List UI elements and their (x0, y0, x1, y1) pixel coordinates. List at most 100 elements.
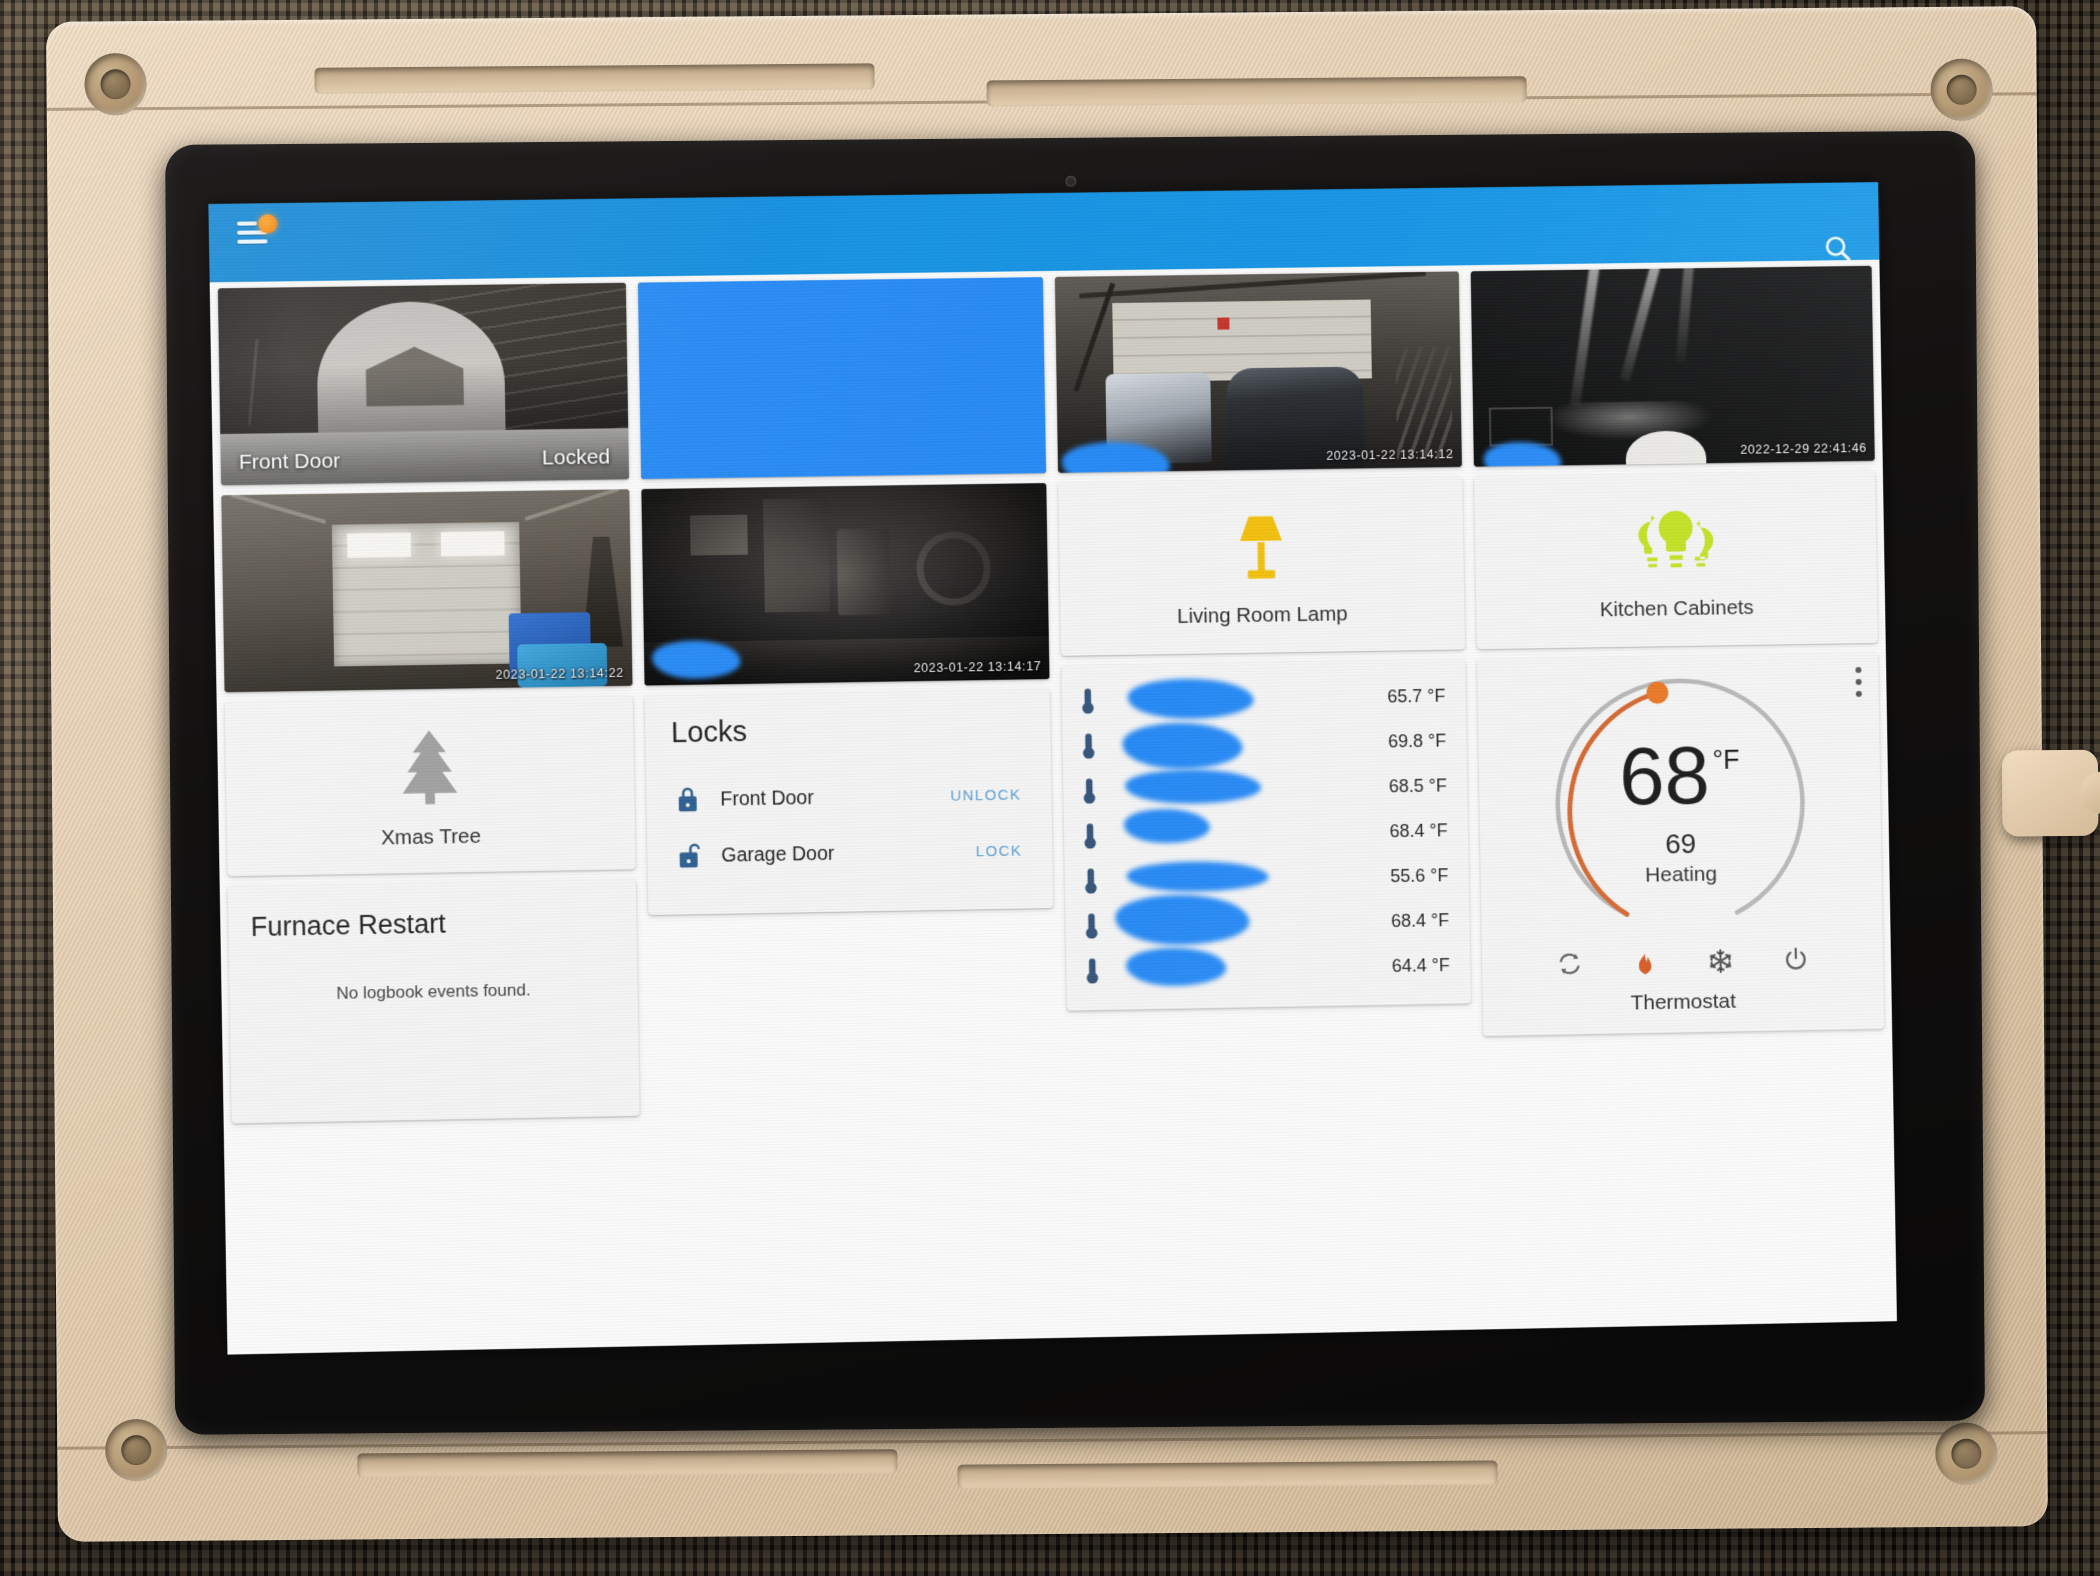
sensor-row[interactable]: 68.4 °F (1081, 893, 1450, 949)
camera-card-redacted[interactable] (637, 277, 1047, 480)
sensor-name (1116, 946, 1378, 987)
sensor-list-card: 65.7 °F 69.8 °F 68.5 °F 68.4 °F 55.6 °F … (1061, 659, 1471, 1011)
floor-lamp-icon (1219, 505, 1304, 590)
camera-card-basement[interactable]: 2023-01-22 13:14:17 (640, 483, 1050, 686)
notification-dot-icon (258, 214, 278, 234)
redaction-overlay (1127, 677, 1254, 720)
thermostat-readout: 68 °F 69 Heating (1545, 674, 1815, 945)
camera-card-garage-vehicles[interactable]: 2023-01-22 13:14:12 (1054, 271, 1462, 473)
locks-card: Locks Front Door UNLOCK Garage Door LOCK (644, 689, 1054, 916)
mount-side-tab (2001, 749, 2099, 837)
lock-row-garage-door[interactable]: Garage Door LOCK (673, 822, 1027, 884)
mount-rib (57, 1431, 2048, 1450)
sensor-value: 68.4 °F (1390, 910, 1450, 932)
light-label: Kitchen Cabinets (1599, 595, 1754, 621)
light-group-icon (1628, 498, 1723, 583)
locks-title: Locks (670, 715, 748, 750)
sensor-name (1112, 677, 1374, 720)
dashboard-grid: Front Door Locked 2023-01-22 13:14:22 Xm… (210, 260, 1897, 1355)
sensor-row[interactable]: 55.6 °F (1080, 853, 1449, 904)
thermometer-icon (1082, 688, 1094, 714)
sensor-value: 65.7 °F (1387, 685, 1446, 707)
redaction-overlay (1125, 946, 1227, 987)
temperature-unit: °F (1712, 744, 1740, 775)
mount-screw-hole (1935, 1422, 1998, 1486)
light-card-living-room-lamp[interactable]: Living Room Lamp (1058, 476, 1465, 656)
dashboard-column-4: 2022-12-29 22:41:46 Kitchen Cabinets 68 … (1470, 265, 1885, 1100)
redaction-overlay (637, 277, 1047, 480)
light-card-kitchen-cabinets[interactable]: Kitchen Cabinets (1473, 470, 1878, 650)
sensor-name (1115, 859, 1377, 894)
lock-name: Garage Door (721, 842, 835, 867)
logbook-title: Furnace Restart (250, 908, 447, 943)
camera-feed-image (221, 489, 633, 693)
sensor-value: 68.4 °F (1389, 820, 1448, 842)
hamburger-menu-icon[interactable] (236, 214, 278, 252)
front-camera-icon (1065, 175, 1077, 187)
sensor-row[interactable]: 64.4 °F (1082, 943, 1450, 994)
overflow-menu-icon[interactable] (1855, 666, 1862, 703)
thermostat-name: Thermostat (1630, 989, 1737, 1015)
sensor-value: 55.6 °F (1390, 865, 1449, 887)
mount-vent-slot (957, 1460, 1498, 1489)
switch-label: Xmas Tree (380, 824, 482, 849)
redaction-overlay (1124, 768, 1262, 805)
flame-icon[interactable] (1628, 945, 1662, 979)
thermometer-icon (1083, 733, 1095, 759)
redaction-overlay (1122, 721, 1243, 770)
camera-timestamp: 2023-01-22 13:14:22 (495, 665, 624, 682)
thermometer-icon (1085, 868, 1097, 894)
sensor-value: 68.5 °F (1388, 775, 1448, 797)
camera-card-front-door[interactable]: Front Door Locked (217, 282, 629, 486)
camera-feed-image (1470, 265, 1875, 467)
sensor-value: 69.8 °F (1387, 730, 1447, 752)
lock-name: Front Door (720, 786, 814, 811)
tablet-device: Front Door Locked 2023-01-22 13:14:22 Xm… (165, 130, 1986, 1435)
sensor-name (1113, 768, 1375, 805)
sensor-row[interactable]: 68.4 °F (1080, 807, 1448, 859)
target-temperature: 69 (1664, 828, 1697, 860)
dashboard-column-1: Front Door Locked 2023-01-22 13:14:22 Xm… (217, 282, 640, 1124)
redaction-overlay (1126, 859, 1269, 893)
power-icon[interactable] (1778, 943, 1812, 977)
camera-timestamp: 2023-01-22 13:14:17 (913, 659, 1042, 676)
redaction-overlay (1115, 893, 1250, 946)
lock-row-front-door[interactable]: Front Door UNLOCK (672, 766, 1026, 828)
auto-mode-icon[interactable] (1552, 947, 1586, 981)
sensor-row[interactable]: 65.7 °F (1078, 674, 1446, 725)
thermometer-icon (1086, 913, 1098, 939)
thermometer-icon (1083, 778, 1096, 804)
mount-vent-slot (314, 63, 875, 94)
camera-card-backyard-night[interactable]: 2022-12-29 22:41:46 (1470, 265, 1875, 467)
current-temperature: 68 (1618, 729, 1711, 822)
camera-timestamp: 2023-01-22 13:14:12 (1326, 447, 1454, 463)
dashboard-column-3: 2023-01-22 13:14:12 Living Room Lamp 65.… (1054, 271, 1472, 1107)
lock-action-button[interactable]: UNLOCK (950, 786, 1025, 804)
sensor-row[interactable]: 68.5 °F (1079, 763, 1447, 814)
logbook-card-furnace-restart: Furnace Restart No logbook events found. (227, 879, 640, 1124)
sensor-name (1112, 721, 1374, 770)
pine-tree-icon (385, 722, 475, 812)
mount-screw-hole (84, 53, 147, 116)
lock-action-button[interactable]: LOCK (976, 842, 1027, 860)
switch-card-xmas-tree[interactable]: Xmas Tree (224, 695, 636, 877)
redaction-overlay (1123, 807, 1211, 844)
home-assistant-dashboard: Front Door Locked 2023-01-22 13:14:22 Xm… (208, 182, 1897, 1355)
sensor-value: 64.4 °F (1391, 954, 1450, 976)
mount-vent-slot (986, 76, 1527, 107)
logbook-empty-message: No logbook events found. (336, 980, 531, 1003)
snowflake-icon[interactable] (1703, 944, 1737, 978)
sensor-row[interactable]: 69.8 °F (1078, 719, 1446, 770)
lock-open-icon (678, 843, 700, 868)
thermostat-mode-buttons (1481, 941, 1883, 982)
mount-vent-slot (357, 1449, 898, 1478)
mount-screw-hole (1930, 58, 1993, 122)
camera-card-garage-door[interactable]: 2023-01-22 13:14:22 (221, 489, 633, 693)
hvac-action-status: Heating (1645, 862, 1718, 888)
camera-timestamp: 2022-12-29 22:41:46 (1740, 440, 1867, 457)
thermometer-icon (1084, 823, 1097, 849)
thermostat-dial[interactable]: 68 °F 69 Heating (1545, 674, 1815, 945)
light-label: Living Room Lamp (1176, 601, 1348, 628)
dashboard-column-2: 2023-01-22 13:14:17 Locks Front Door UNL… (637, 277, 1056, 1115)
camera-name-overlay: Front Door (238, 449, 341, 474)
